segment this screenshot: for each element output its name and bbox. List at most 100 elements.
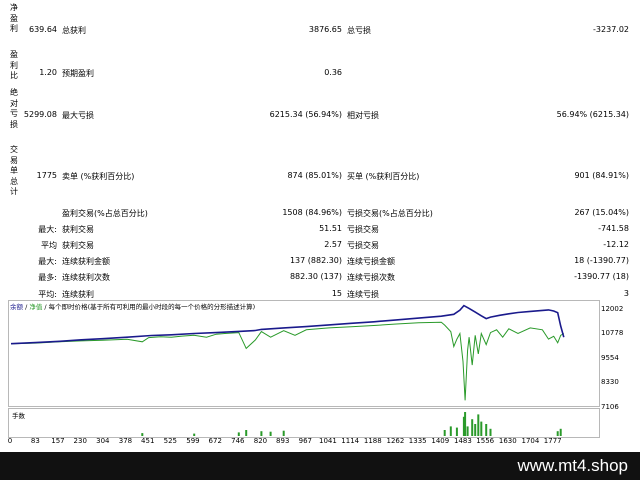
x-tick: 820 xyxy=(253,437,268,445)
x-tick: 525 xyxy=(163,437,178,445)
legend-equity: 净值 xyxy=(29,303,43,311)
volume-bar xyxy=(260,431,263,436)
x-tick: 599 xyxy=(186,437,200,445)
y-tick: 8330 xyxy=(601,378,619,386)
legend-description: / 每个即时价格(基于所有可利用的最小时段的每一个价格的分形描述计算) xyxy=(42,303,256,311)
stat-value-col2: 2.57 xyxy=(324,240,342,249)
y-tick: 7106 xyxy=(601,403,619,411)
stat-label-col2: 获利交易 xyxy=(62,225,94,234)
volume-bar xyxy=(237,432,240,436)
stat-value-col2: 51.51 xyxy=(319,224,342,233)
volume-bar xyxy=(471,419,474,436)
stat-label-col3: 总亏损 xyxy=(347,26,371,35)
stat-value-col2: 15 xyxy=(331,289,342,298)
stat-value-col1: 1775 xyxy=(36,171,57,180)
stat-label-col2: 卖单 (%获利百分比) xyxy=(62,172,135,181)
x-tick: 230 xyxy=(73,437,87,445)
chart-legend: 余额 / 净值 / 每个即时价格(基于所有可利用的最小时段的每一个价格的分形描述… xyxy=(10,301,255,311)
volume-bar xyxy=(485,424,488,436)
stat-value-col2: 1508 (84.96%) xyxy=(282,208,342,217)
stat-value-col3: -1390.77 (18) xyxy=(574,272,629,281)
x-tick: 1483 xyxy=(453,437,472,445)
x-tick: 1262 xyxy=(386,437,405,445)
x-tick: 157 xyxy=(51,437,65,445)
x-tick: 1556 xyxy=(476,437,495,445)
volume-bar xyxy=(474,424,477,436)
stat-value-col1: 平均: xyxy=(38,290,57,299)
y-tick: 12002 xyxy=(601,305,624,313)
volume-bar xyxy=(449,426,452,436)
stat-value-col3: 18 (-1390.77) xyxy=(574,256,629,265)
stat-label-col3: 买单 (%获利百分比) xyxy=(347,172,420,181)
stat-label-col2: 总获利 xyxy=(62,26,86,35)
x-tick: 83 xyxy=(30,437,40,445)
stat-value-col1: 639.64 xyxy=(29,25,57,34)
x-tick: 1630 xyxy=(498,437,517,445)
stat-label-col2: 盈利交易(%占总百分比) xyxy=(62,209,148,218)
stat-label-col2: 连续获利金额 xyxy=(62,257,110,266)
stat-label-col2: 连续获利次数 xyxy=(62,273,110,282)
x-tick: 893 xyxy=(276,437,290,445)
volume-title: 手数 xyxy=(12,412,25,420)
stat-value-col2: 882.30 (137) xyxy=(289,272,342,281)
stat-label-col2: 最大亏损 xyxy=(62,111,94,120)
x-tick: 672 xyxy=(208,437,222,445)
stat-value-col1: 最大: xyxy=(38,225,57,234)
volume-bar xyxy=(193,433,196,436)
legend-balance: 余额 xyxy=(10,303,23,311)
x-tick: 967 xyxy=(298,437,312,445)
x-tick: 1041 xyxy=(319,437,337,445)
x-axis: 0 83 157 230 304 378 451 525 599 672 746 820 893 967 1… xyxy=(0,437,640,449)
stat-value-col1: 1.20 xyxy=(39,68,57,77)
volume-bar xyxy=(141,433,144,436)
stat-label-col2: 预期盈利 xyxy=(62,69,94,78)
x-tick: 1114 xyxy=(341,437,360,445)
stat-value-col2: 874 (85.01%) xyxy=(287,171,342,180)
volume-bar xyxy=(464,412,467,436)
balance-chart xyxy=(8,300,600,407)
x-tick: 451 xyxy=(141,437,155,445)
volume-bar xyxy=(282,430,285,436)
x-tick: 1409 xyxy=(431,437,450,445)
volume-bar xyxy=(455,427,458,436)
stat-value-col2: 0.36 xyxy=(324,68,342,77)
volume-bar xyxy=(269,431,272,436)
volume-bar xyxy=(489,428,492,436)
stat-label-col2: 获利交易 xyxy=(62,241,94,250)
y-tick: 10778 xyxy=(601,329,624,337)
stat-label-col3: 连续亏损金额 xyxy=(347,257,395,266)
y-tick: 9554 xyxy=(601,354,619,362)
volume-bar xyxy=(245,430,248,436)
stat-value-col2: 3876.65 xyxy=(308,25,342,34)
stat-label-col3: 连续亏损次数 xyxy=(347,273,395,282)
volume-bar xyxy=(559,428,562,436)
x-tick: 1704 xyxy=(521,437,540,445)
x-tick: 378 xyxy=(118,437,133,445)
x-tick: 304 xyxy=(96,437,110,445)
x-tick: 1777 xyxy=(543,437,562,445)
site-watermark: www.mt4.shop xyxy=(517,456,628,475)
stat-label-col3: 亏损交易(%占总百分比) xyxy=(347,209,433,218)
stat-value-col1: 平均 xyxy=(41,241,57,250)
stat-label-col2: 连续获利 xyxy=(62,290,94,299)
equity-line xyxy=(10,321,565,401)
stat-value-col3: -741.58 xyxy=(598,224,629,233)
stat-label-col3: 相对亏损 xyxy=(347,111,379,120)
side-label-absolute-drawdown: 绝对亏损 xyxy=(10,88,18,129)
volume-svg xyxy=(141,412,562,436)
stat-value-col3: -12.12 xyxy=(603,240,629,249)
chart-svg xyxy=(10,304,565,401)
volume-bar xyxy=(480,421,483,436)
stat-value-col3: 3 xyxy=(623,289,629,298)
stat-value-col3: 901 (84.91%) xyxy=(574,171,629,180)
x-tick: 746 xyxy=(231,437,245,445)
stat-value-col3: -3237.02 xyxy=(593,25,629,34)
volume-bar xyxy=(556,431,559,436)
volume-bar xyxy=(466,426,469,436)
x-tick: 1188 xyxy=(363,437,382,445)
stat-label-col3: 连续亏损 xyxy=(347,290,379,299)
volume-panel xyxy=(8,408,600,438)
stat-label-col3: 亏损交易 xyxy=(347,241,379,250)
volume-bar xyxy=(477,414,480,436)
stat-value-col2: 137 (882.30) xyxy=(289,256,342,265)
